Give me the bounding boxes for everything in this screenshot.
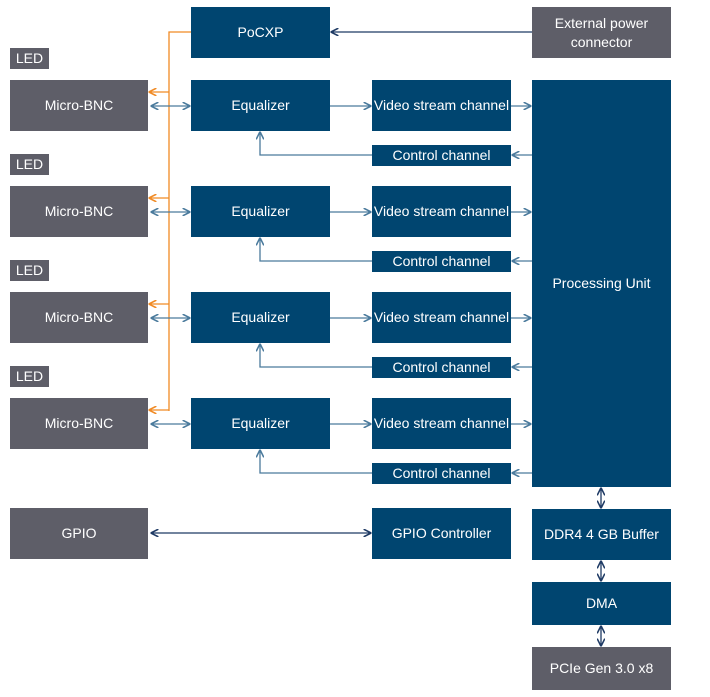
video-stream-channel-block: Video stream channel — [372, 186, 511, 237]
ddr-buffer-block: DDR4 4 GB Buffer — [532, 509, 671, 560]
external-power-connector-label: External power connector — [554, 14, 649, 50]
video-stream-channel-block-label: Video stream channel — [373, 415, 510, 431]
dma-label: DMA — [585, 595, 618, 611]
micro-bnc-connector: Micro-BNC — [10, 80, 148, 131]
control-channel-block-label: Control channel — [392, 253, 491, 269]
pocxp-block: PoCXP — [191, 7, 330, 58]
control-channel-block: Control channel — [372, 251, 511, 272]
led-indicator-label: LED — [15, 156, 44, 172]
micro-bnc-connector-label: Micro-BNC — [44, 97, 114, 113]
led-indicator-label: LED — [15, 262, 44, 278]
pcie-block: PCIe Gen 3.0 x8 — [532, 647, 671, 690]
control-channel-block-label: Control channel — [392, 147, 491, 163]
control-equalizer-link-0 — [260, 133, 372, 156]
processing-unit-label: Processing Unit — [552, 275, 651, 291]
pcie-label: PCIe Gen 3.0 x8 — [549, 660, 654, 676]
micro-bnc-connector-label: Micro-BNC — [44, 309, 114, 325]
processing-unit-block: Processing Unit — [532, 80, 671, 487]
video-stream-channel-block: Video stream channel — [372, 398, 511, 449]
ddr-buffer-label: DDR4 4 GB Buffer — [544, 526, 659, 542]
equalizer-block-label: Equalizer — [231, 415, 290, 431]
led-indicator: LED — [10, 48, 49, 69]
control-channel-block: Control channel — [372, 357, 511, 378]
control-channel-block-label: Control channel — [392, 359, 491, 375]
dma-block: DMA — [532, 582, 671, 625]
pocxp-label: PoCXP — [237, 24, 284, 40]
equalizer-block: Equalizer — [191, 398, 330, 449]
led-indicator: LED — [10, 366, 49, 387]
video-stream-channel-block-label: Video stream channel — [373, 309, 510, 325]
control-equalizer-link-1 — [260, 239, 372, 262]
micro-bnc-connector-label: Micro-BNC — [44, 203, 114, 219]
video-stream-channel-block-label: Video stream channel — [373, 97, 510, 113]
equalizer-block: Equalizer — [191, 186, 330, 237]
gpio-block: GPIO — [10, 508, 148, 559]
poCXP-trunk — [168, 31, 191, 411]
control-channel-block-label: Control channel — [392, 465, 491, 481]
control-equalizer-link-3 — [260, 451, 372, 474]
led-indicator: LED — [10, 154, 49, 175]
equalizer-block-label: Equalizer — [231, 97, 290, 113]
control-channel-block: Control channel — [372, 463, 511, 484]
gpio-controller-label: GPIO Controller — [391, 525, 492, 541]
video-stream-channel-block-label: Video stream channel — [373, 203, 510, 219]
equalizer-block: Equalizer — [191, 292, 330, 343]
equalizer-block-label: Equalizer — [231, 309, 290, 325]
video-stream-channel-block: Video stream channel — [372, 80, 511, 131]
gpio-controller-block: GPIO Controller — [372, 508, 511, 559]
led-indicator-label: LED — [15, 50, 44, 66]
gpio-label: GPIO — [61, 525, 97, 541]
micro-bnc-connector: Micro-BNC — [10, 186, 148, 237]
micro-bnc-connector: Micro-BNC — [10, 292, 148, 343]
video-stream-channel-block: Video stream channel — [372, 292, 511, 343]
micro-bnc-connector: Micro-BNC — [10, 398, 148, 449]
external-power-connector-block: External power connector — [532, 7, 671, 58]
micro-bnc-connector-label: Micro-BNC — [44, 415, 114, 431]
control-channel-block: Control channel — [372, 145, 511, 166]
control-equalizer-link-2 — [260, 345, 372, 368]
led-indicator-label: LED — [15, 368, 44, 384]
led-indicator: LED — [10, 260, 49, 281]
equalizer-block: Equalizer — [191, 80, 330, 131]
equalizer-block-label: Equalizer — [231, 203, 290, 219]
